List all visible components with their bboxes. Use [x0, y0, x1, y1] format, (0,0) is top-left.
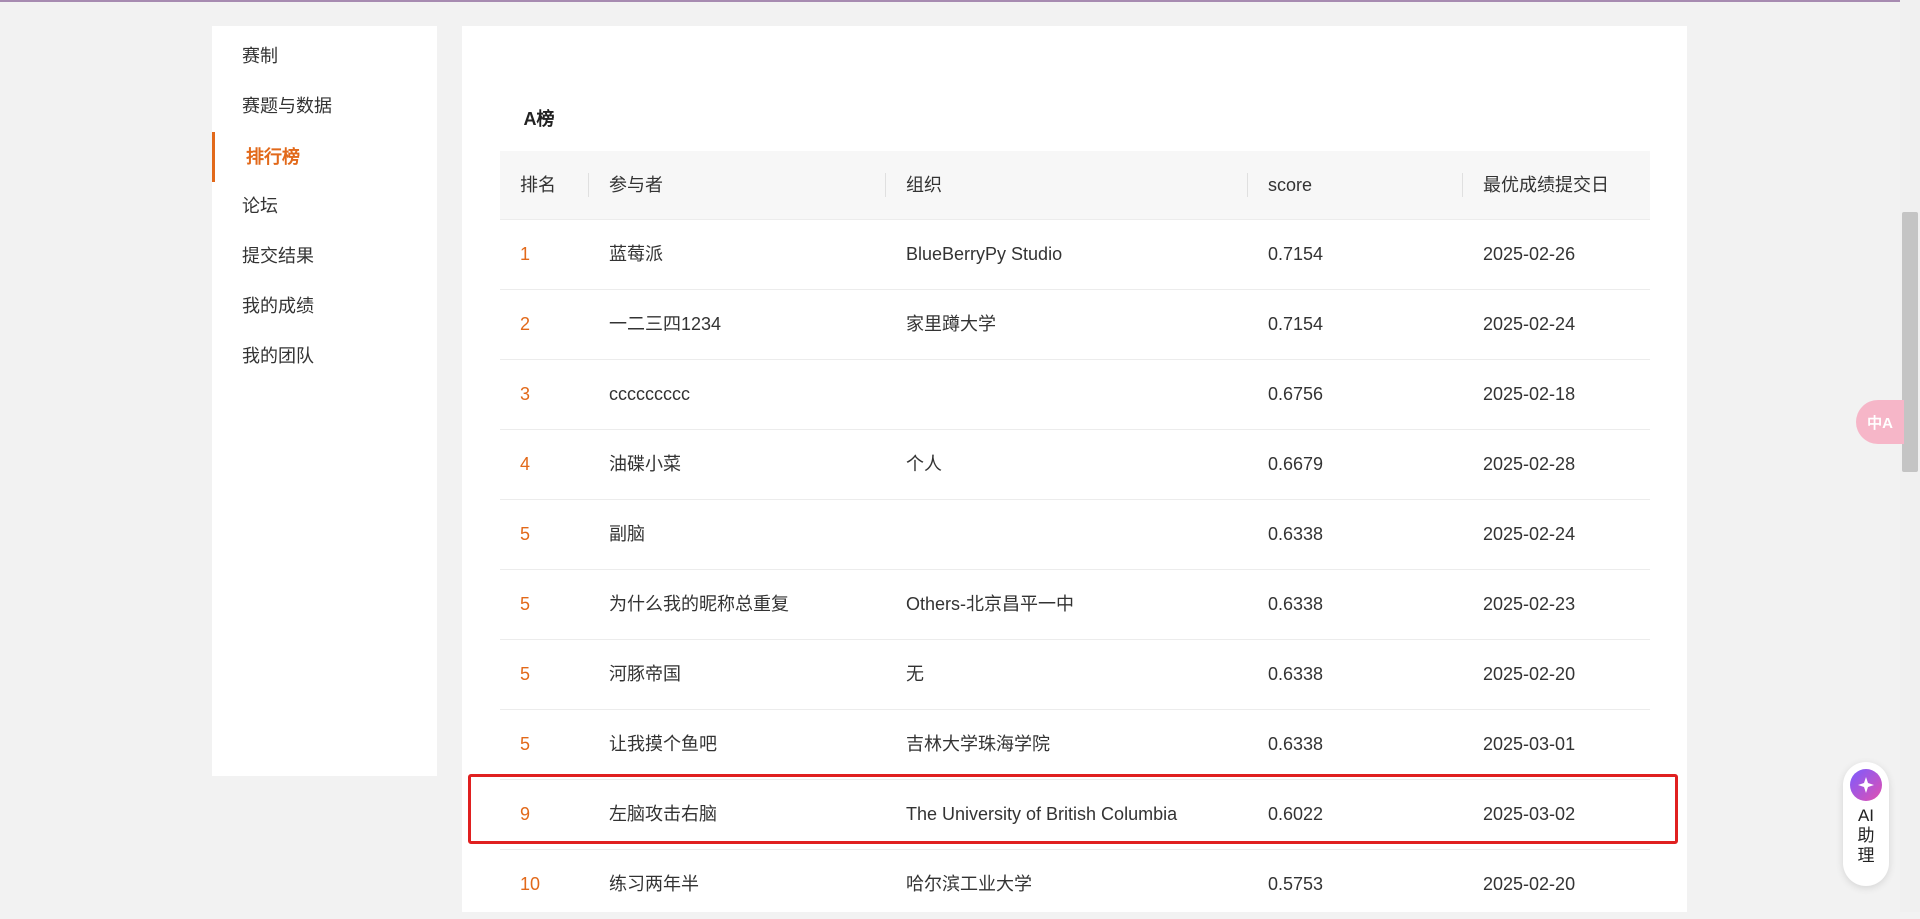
org-cell: 无 — [906, 664, 924, 684]
score-cell: 0.6338 — [1268, 664, 1324, 684]
table-header: 排名 参与者 组织 score 最优成绩提交日 — [500, 151, 1650, 220]
rank-cell: 4 — [520, 454, 531, 474]
table-row: 5 让我摸个鱼吧 吉林大学珠海学院 0.6338 2025-03-01 — [500, 710, 1650, 780]
participant-cell: 为什么我的昵称总重复 — [609, 594, 789, 614]
sidebar-item-my-team[interactable]: 我的团队 — [212, 336, 437, 376]
score-cell: 0.6022 — [1268, 804, 1324, 824]
participant-cell: 河豚帝国 — [609, 664, 681, 684]
table-row: 5 副脑 0.6338 2025-02-24 — [500, 500, 1650, 570]
sidebar-item-problem-data[interactable]: 赛题与数据 — [212, 86, 437, 126]
date-cell: 2025-02-24 — [1483, 524, 1576, 544]
org-cell: 家里蹲大学 — [906, 314, 996, 334]
table-row: 5 为什么我的昵称总重复 Others-北京昌平一中 0.6338 2025-0… — [500, 570, 1650, 640]
header-score: score — [1268, 175, 1313, 195]
participant-cell: 油碟小菜 — [609, 454, 681, 474]
header-org: 组织 — [906, 175, 942, 195]
date-cell: 2025-02-23 — [1483, 594, 1576, 614]
rank-cell: 3 — [520, 384, 531, 404]
header-rank: 排名 — [520, 175, 556, 195]
date-cell: 2025-02-18 — [1483, 384, 1576, 404]
sidebar-item-leaderboard[interactable]: 排行榜 — [212, 132, 437, 182]
header-divider — [1462, 173, 1463, 197]
rank-cell: 10 — [520, 874, 541, 894]
header-divider — [588, 173, 589, 197]
ai-assistant-icon — [1850, 769, 1882, 801]
tab-a-board[interactable]: A榜 — [500, 82, 578, 156]
table-row: 5 河豚帝国 无 0.6338 2025-02-20 — [500, 640, 1650, 710]
ai-assistant-label: AI 助 理 — [1857, 806, 1875, 865]
date-cell: 2025-02-28 — [1483, 454, 1576, 474]
org-cell: 吉林大学珠海学院 — [906, 734, 1050, 754]
sidebar-item-rules[interactable]: 赛制 — [212, 36, 437, 76]
rank-cell: 1 — [520, 244, 531, 264]
score-cell: 0.7154 — [1268, 314, 1324, 334]
table-row: 4 油碟小菜 个人 0.6679 2025-02-28 — [500, 430, 1650, 500]
rank-cell: 5 — [520, 594, 531, 614]
sidebar-item-forum[interactable]: 论坛 — [212, 186, 437, 226]
score-cell: 0.6338 — [1268, 734, 1324, 754]
date-cell: 2025-02-24 — [1483, 314, 1576, 334]
leaderboard-tabs: A榜 — [500, 82, 1650, 157]
rank-cell: 2 — [520, 314, 531, 334]
ai-assistant-button[interactable]: AI 助 理 — [1843, 762, 1889, 886]
header-divider — [1247, 173, 1248, 197]
table-row: 10 练习两年半 哈尔滨工业大学 0.5753 2025-02-20 — [500, 850, 1650, 919]
org-cell: 哈尔滨工业大学 — [906, 874, 1032, 894]
table-row: 3 ccccccccc 0.6756 2025-02-18 — [500, 360, 1650, 430]
header-divider — [885, 173, 886, 197]
participant-cell: 副脑 — [609, 524, 645, 544]
table-row: 1 蓝莓派 BlueBerryPy Studio 0.7154 2025-02-… — [500, 220, 1650, 290]
org-cell: The University of British Columbia — [906, 804, 1178, 824]
date-cell: 2025-02-20 — [1483, 664, 1576, 684]
org-cell: BlueBerryPy Studio — [906, 244, 1063, 264]
score-cell: 0.6756 — [1268, 384, 1324, 404]
translate-icon[interactable]: 中A — [1856, 400, 1904, 444]
header-participant: 参与者 — [609, 175, 663, 195]
date-cell: 2025-03-02 — [1483, 804, 1576, 824]
participant-cell: 左脑攻击右脑 — [609, 804, 717, 824]
date-cell: 2025-02-26 — [1483, 244, 1576, 264]
score-cell: 0.5753 — [1268, 874, 1324, 894]
top-border-line — [0, 0, 1920, 2]
rank-cell: 5 — [520, 524, 531, 544]
leaderboard-panel: A榜 排名 参与者 组织 score 最优成绩提交日 1 蓝莓派 BlueBer… — [462, 26, 1687, 912]
rank-cell: 9 — [520, 804, 531, 824]
header-date: 最优成绩提交日 — [1483, 175, 1609, 195]
date-cell: 2025-02-20 — [1483, 874, 1576, 894]
table-row-highlighted: 9 左脑攻击右脑 The University of British Colum… — [500, 780, 1650, 850]
sidebar-nav: 赛制 赛题与数据 排行榜 论坛 提交结果 我的成绩 我的团队 — [212, 26, 437, 776]
score-cell: 0.6338 — [1268, 524, 1324, 544]
participant-cell: 练习两年半 — [609, 874, 699, 894]
score-cell: 0.7154 — [1268, 244, 1324, 264]
score-cell: 0.6338 — [1268, 594, 1324, 614]
table-row: 2 一二三四1234 家里蹲大学 0.7154 2025-02-24 — [500, 290, 1650, 360]
participant-cell: 让我摸个鱼吧 — [609, 734, 717, 754]
leaderboard-table: 排名 参与者 组织 score 最优成绩提交日 1 蓝莓派 BlueBerryP… — [500, 151, 1650, 919]
scrollbar-thumb[interactable] — [1902, 212, 1918, 472]
sidebar-item-my-scores[interactable]: 我的成绩 — [212, 286, 437, 326]
rank-cell: 5 — [520, 664, 531, 684]
translate-glyph: 中A — [1867, 414, 1893, 432]
participant-cell: 蓝莓派 — [609, 244, 663, 264]
participant-cell: ccccccccc — [609, 384, 690, 404]
org-cell: 个人 — [906, 454, 942, 474]
rank-cell: 5 — [520, 734, 531, 754]
participant-cell: 一二三四1234 — [609, 314, 722, 334]
date-cell: 2025-03-01 — [1483, 734, 1576, 754]
score-cell: 0.6679 — [1268, 454, 1324, 474]
sidebar-item-submit[interactable]: 提交结果 — [212, 236, 437, 276]
org-cell: Others-北京昌平一中 — [906, 594, 1075, 614]
